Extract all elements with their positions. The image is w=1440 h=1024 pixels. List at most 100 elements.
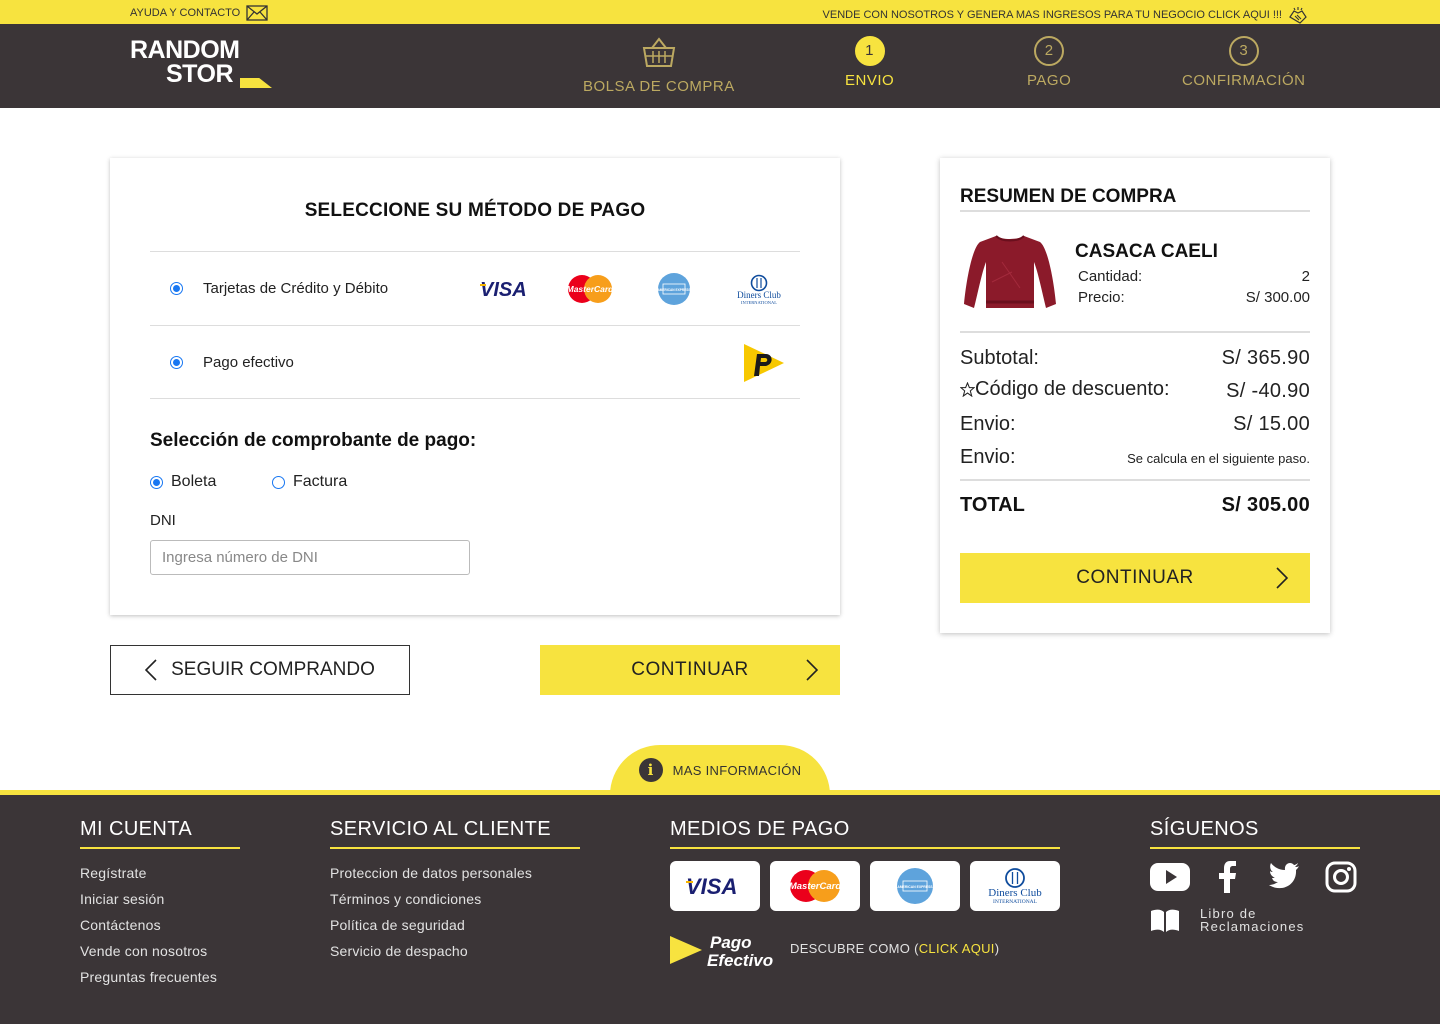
visa-logo-icon: VISA [480, 279, 527, 299]
footer-link-faq[interactable]: Preguntas frecuentes [80, 969, 217, 985]
method-cash-row[interactable]: Pago efectivo [150, 325, 800, 399]
amex-logo-text: AMERICAN EXPRESS [657, 288, 690, 292]
visa-logo-text: VISA [480, 279, 527, 299]
amex-logo-icon: AMERICAN EXPRESS [657, 273, 691, 305]
complaints-book-text: Libro de Reclamaciones [1200, 907, 1304, 933]
mastercard-logo-icon: MasterCard [567, 275, 614, 303]
footer-link-shipping[interactable]: Servicio de despacho [330, 943, 468, 959]
order-summary-panel: RESUMEN DE COMPRA CASACA CAELI Cantidad:… [940, 158, 1330, 633]
instagram-icon[interactable] [1325, 861, 1357, 893]
step-number: 1 [854, 36, 885, 66]
top-bar: AYUDA Y CONTACTO VENDE CON NOSOTROS Y GE… [0, 0, 1440, 24]
diners-logo-subtext: INTERNATIONAL [993, 899, 1038, 905]
payment-title: SELECCIONE SU MÉTODO DE PAGO [304, 200, 646, 221]
boleta-label: Boleta [171, 473, 217, 490]
discount-label: Código de descuento: [975, 378, 1170, 400]
step-envio[interactable]: 1 ENVIO [845, 36, 894, 89]
diners-logo-text: Diners Club [737, 290, 781, 300]
shipping-label: Envio: [960, 413, 1016, 435]
product-image[interactable] [962, 232, 1058, 312]
continue-shopping-button[interactable]: SEGUIR COMPRANDO [110, 645, 410, 695]
step-label: ENVIO [845, 72, 895, 89]
dni-label: DNI [150, 512, 176, 529]
footer-mastercard-badge: MasterCard [770, 861, 860, 911]
footer-visa-badge: VISA [670, 861, 760, 911]
logo-mark [240, 78, 272, 88]
twitter-icon[interactable] [1268, 861, 1300, 891]
footer-link-login[interactable]: Iniciar sesión [80, 891, 165, 907]
step-pago[interactable]: 2 PAGO [1027, 36, 1071, 89]
total-label: TOTAL [960, 494, 1025, 516]
voucher-factura-option[interactable]: Factura [272, 473, 347, 491]
footer-my-account-title: MI CUENTA [80, 818, 240, 849]
amex-logo-icon: AMERICAN EXPRESS [897, 868, 933, 904]
product-quantity-row: Cantidad: 2 [1078, 268, 1310, 285]
price-value: S/ 300.00 [1245, 289, 1310, 306]
help-contact-link[interactable]: AYUDA Y CONTACTO [130, 5, 268, 21]
discover-click-link[interactable]: CLICK AQUI [919, 941, 995, 956]
summary-continue-button[interactable]: CONTINUAR [960, 553, 1310, 603]
discount-row[interactable]: Código de descuento: S/ -40.90 [960, 378, 1310, 403]
chevron-right-icon [1276, 567, 1288, 589]
pago-efectivo-text-1: Pago [710, 933, 752, 952]
discover-how-text: DESCUBRE COMO (CLICK AQUI) [790, 941, 999, 956]
footer-link-security[interactable]: Política de seguridad [330, 917, 465, 933]
dni-input[interactable] [150, 540, 470, 575]
pago-efectivo-logo-icon: Pago Efectivo [670, 933, 773, 970]
footer-payment-methods-title: MEDIOS DE PAGO [670, 818, 1060, 849]
mastercard-logo-text: MasterCard [789, 881, 841, 892]
footer-link-data-protection[interactable]: Proteccion de datos personales [330, 865, 532, 881]
shipping-note-value: Se calcula en el siguiente paso. [1127, 451, 1310, 466]
step-number: 2 [1034, 36, 1065, 66]
footer-link-sell[interactable]: Vende con nosotros [80, 943, 207, 959]
boleta-radio[interactable] [150, 475, 163, 489]
sell-with-us-label: VENDE CON NOSOTROS Y GENERA MAS INGRESOS… [822, 9, 1282, 21]
envelope-icon [246, 5, 268, 21]
summary-title: RESUMEN DE COMPRA [960, 186, 1310, 212]
logo[interactable]: RANDOM STOR [130, 38, 272, 88]
diners-logo-icon: Diners Club INTERNATIONAL [988, 868, 1042, 905]
mastercard-logo-icon: MasterCard [789, 870, 841, 902]
step-number: 3 [1228, 36, 1259, 66]
footer-link-contact[interactable]: Contáctenos [80, 917, 161, 933]
footer-follow-us-title: SÍGUENOS [1150, 818, 1360, 849]
footer-pago-efectivo-logo[interactable]: Pago Efectivo [670, 930, 774, 970]
facebook-icon[interactable] [1217, 861, 1237, 893]
factura-radio[interactable] [272, 475, 285, 489]
book-icon [1151, 909, 1179, 932]
continue-button[interactable]: CONTINUAR [540, 645, 840, 695]
footer-link-terms[interactable]: Términos y condiciones [330, 891, 481, 907]
product-price-row: Precio: S/ 300.00 [1078, 289, 1310, 306]
footer-diners-badge: Diners Club INTERNATIONAL [970, 861, 1060, 911]
step-confirmacion[interactable]: 3 CONFIRMACIÓN [1182, 36, 1306, 89]
logo-line-2: STOR [166, 60, 233, 88]
youtube-icon[interactable] [1150, 861, 1190, 893]
chevron-left-icon [145, 659, 157, 681]
step-bolsa-de-compra[interactable]: BOLSA DE COMPRA [583, 36, 735, 95]
divider [960, 479, 1310, 481]
sell-with-us-link[interactable]: VENDE CON NOSOTROS Y GENERA MAS INGRESOS… [823, 5, 1308, 25]
payment-method-panel: SELECCIONE SU MÉTODO DE PAGO Tarjetas de… [110, 158, 840, 615]
complaints-book-link[interactable]: Libro de Reclamaciones [1150, 907, 1304, 933]
footer-amex-badge: AMERICAN EXPRESS [870, 861, 960, 911]
pago-efectivo-logo-icon [744, 344, 784, 382]
more-info-tab[interactable]: i MAS INFORMACIÓN [610, 745, 830, 795]
quantity-value: 2 [1301, 268, 1310, 285]
mastercard-logo-text: MasterCard [567, 284, 614, 294]
discount-label-group: Código de descuento: [960, 378, 1170, 401]
method-cards-row[interactable]: Tarjetas de Crédito y Débito VISA Master… [150, 251, 800, 325]
voucher-boleta-option[interactable]: Boleta [150, 473, 216, 491]
method-cards-label: Tarjetas de Crédito y Débito [203, 280, 389, 297]
discover-close: ) [994, 941, 1000, 956]
diners-logo-icon: Diners Club INTERNATIONAL [737, 274, 781, 305]
footer: MI CUENTA Regístrate Iniciar sesión Cont… [0, 790, 1440, 1024]
continue-shopping-label: SEGUIR COMPRANDO [171, 659, 375, 680]
voucher-title: Selección de comprobante de pago: [150, 430, 477, 451]
method-cards-radio[interactable] [170, 282, 183, 295]
help-contact-label: AYUDA Y CONTACTO [130, 7, 241, 19]
method-cash-radio[interactable] [170, 356, 183, 369]
star-icon [960, 382, 975, 397]
header: RANDOM STOR BOLSA DE COMPRA 1 ENVIO 2 PA… [0, 24, 1440, 108]
continue-label: CONTINUAR [631, 659, 749, 680]
footer-link-register[interactable]: Regístrate [80, 865, 147, 881]
